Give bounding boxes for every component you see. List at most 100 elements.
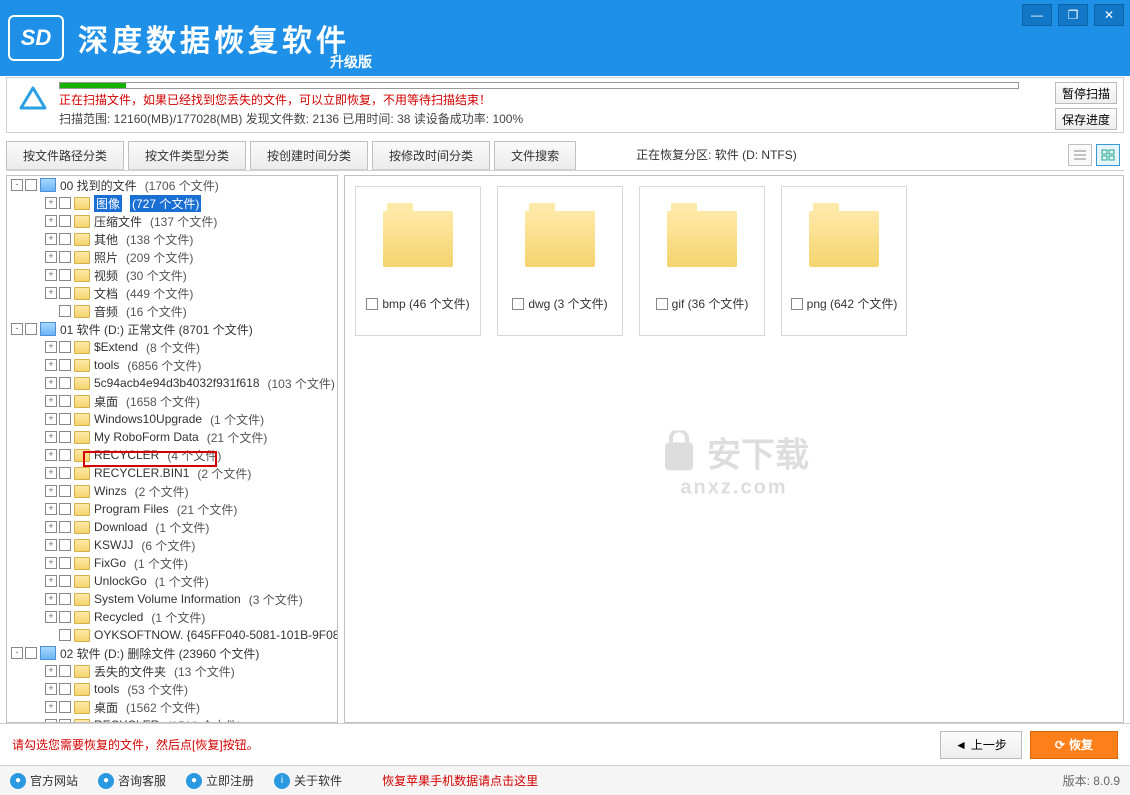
expand-icon[interactable]: + — [45, 485, 57, 497]
tree-node-other[interactable]: +其他(138 个文件) — [7, 230, 337, 248]
checkbox[interactable] — [59, 629, 71, 641]
tab-by-created[interactable]: 按创建时间分类 — [250, 141, 368, 170]
maximize-button[interactable]: ❐ — [1058, 4, 1088, 26]
tab-search[interactable]: 文件搜索 — [494, 141, 576, 170]
checkbox[interactable] — [512, 298, 524, 310]
checkbox[interactable] — [59, 197, 71, 209]
prev-button[interactable]: ◄上一步 — [940, 731, 1022, 759]
tab-by-path[interactable]: 按文件路径分类 — [6, 141, 124, 170]
minimize-button[interactable]: — — [1022, 4, 1052, 26]
tree-node[interactable]: +tools(53 个文件) — [7, 680, 337, 698]
tree-node[interactable]: +桌面(1658 个文件) — [7, 392, 337, 410]
checkbox[interactable] — [59, 305, 71, 317]
tab-by-modified[interactable]: 按修改时间分类 — [372, 141, 490, 170]
link-register[interactable]: ●立即注册 — [186, 772, 254, 789]
tree-node[interactable]: +tools(6856 个文件) — [7, 356, 337, 374]
expand-icon[interactable]: + — [45, 287, 57, 299]
expand-icon[interactable]: + — [45, 557, 57, 569]
pause-scan-button[interactable]: 暂停扫描 — [1055, 82, 1117, 104]
checkbox[interactable] — [59, 287, 71, 299]
tree-node[interactable]: +RECYCLER.BIN1(2 个文件) — [7, 464, 337, 482]
checkbox[interactable] — [59, 251, 71, 263]
expand-icon[interactable]: + — [45, 359, 57, 371]
expand-icon[interactable]: + — [45, 341, 57, 353]
checkbox[interactable] — [59, 467, 71, 479]
tree-node-deleted[interactable]: -02 软件 (D:) 删除文件 (23960 个文件) — [7, 644, 337, 662]
view-list-button[interactable] — [1068, 144, 1092, 166]
tree-node-videos[interactable]: +视频(30 个文件) — [7, 266, 337, 284]
expand-icon[interactable]: + — [45, 521, 57, 533]
tree-node-archives[interactable]: +压缩文件(137 个文件) — [7, 212, 337, 230]
file-tree[interactable]: -00 找到的文件(1706 个文件) +图像(727 个文件) +压缩文件(1… — [6, 175, 338, 723]
checkbox[interactable] — [25, 179, 37, 191]
checkbox[interactable] — [59, 341, 71, 353]
expand-icon[interactable]: + — [45, 719, 57, 723]
expand-icon[interactable]: + — [45, 539, 57, 551]
checkbox[interactable] — [59, 395, 71, 407]
checkbox[interactable] — [59, 377, 71, 389]
tree-node[interactable]: +Recycled(1 个文件) — [7, 608, 337, 626]
checkbox[interactable] — [59, 719, 71, 723]
tree-node[interactable]: +Winzs(2 个文件) — [7, 482, 337, 500]
tree-node-images[interactable]: +图像(727 个文件) — [7, 194, 337, 212]
expand-icon[interactable]: + — [45, 395, 57, 407]
checkbox[interactable] — [25, 647, 37, 659]
checkbox[interactable] — [366, 298, 378, 310]
checkbox[interactable] — [59, 665, 71, 677]
collapse-icon[interactable]: - — [11, 179, 23, 191]
checkbox[interactable] — [59, 593, 71, 605]
tree-node[interactable]: +UnlockGo(1 个文件) — [7, 572, 337, 590]
checkbox[interactable] — [59, 431, 71, 443]
checkbox[interactable] — [59, 215, 71, 227]
expand-icon[interactable]: + — [45, 593, 57, 605]
tree-node[interactable]: +FixGo(1 个文件) — [7, 554, 337, 572]
tree-node[interactable]: +Download(1 个文件) — [7, 518, 337, 536]
tree-node[interactable]: +$Extend(8 个文件) — [7, 338, 337, 356]
link-official[interactable]: ●官方网站 — [10, 772, 78, 789]
checkbox[interactable] — [59, 611, 71, 623]
tab-by-type[interactable]: 按文件类型分类 — [128, 141, 246, 170]
checkbox[interactable] — [59, 485, 71, 497]
expand-icon[interactable]: + — [45, 683, 57, 695]
tree-node[interactable]: +RECYCLER(1510 个文件) — [7, 716, 337, 723]
checkbox[interactable] — [59, 701, 71, 713]
tree-node-normal[interactable]: -01 软件 (D:) 正常文件 (8701 个文件) — [7, 320, 337, 338]
link-iphone-recover[interactable]: 恢复苹果手机数据请点击这里 — [382, 772, 538, 789]
recover-button[interactable]: ⟳恢复 — [1030, 731, 1118, 759]
tree-node-audio[interactable]: 音频(16 个文件) — [7, 302, 337, 320]
expand-icon[interactable]: + — [45, 377, 57, 389]
tree-node[interactable]: +丢失的文件夹(13 个文件) — [7, 662, 337, 680]
checkbox[interactable] — [59, 521, 71, 533]
folder-item-bmp[interactable]: bmp (46 个文件) — [355, 186, 481, 336]
close-button[interactable]: ✕ — [1094, 4, 1124, 26]
checkbox[interactable] — [59, 359, 71, 371]
tree-node[interactable]: +Program Files(21 个文件) — [7, 500, 337, 518]
checkbox[interactable] — [59, 269, 71, 281]
expand-icon[interactable]: + — [45, 611, 57, 623]
checkbox[interactable] — [25, 323, 37, 335]
folder-item-png[interactable]: png (642 个文件) — [781, 186, 907, 336]
collapse-icon[interactable]: - — [11, 323, 23, 335]
tree-node[interactable]: +桌面(1562 个文件) — [7, 698, 337, 716]
checkbox[interactable] — [59, 557, 71, 569]
view-grid-button[interactable] — [1096, 144, 1120, 166]
checkbox[interactable] — [59, 413, 71, 425]
expand-icon[interactable]: + — [45, 665, 57, 677]
tree-node[interactable]: +System Volume Information(3 个文件) — [7, 590, 337, 608]
link-support[interactable]: ●咨询客服 — [98, 772, 166, 789]
expand-icon[interactable]: + — [45, 233, 57, 245]
tree-node-docs[interactable]: +文档(449 个文件) — [7, 284, 337, 302]
expand-icon[interactable]: + — [45, 269, 57, 281]
link-about[interactable]: i关于软件 — [274, 772, 342, 789]
expand-icon[interactable]: + — [45, 449, 57, 461]
folder-item-gif[interactable]: gif (36 个文件) — [639, 186, 765, 336]
expand-icon[interactable]: + — [45, 701, 57, 713]
collapse-icon[interactable]: - — [11, 647, 23, 659]
checkbox[interactable] — [59, 449, 71, 461]
tree-node-found[interactable]: -00 找到的文件(1706 个文件) — [7, 176, 337, 194]
tree-node-photos[interactable]: +照片(209 个文件) — [7, 248, 337, 266]
expand-icon[interactable]: + — [45, 575, 57, 587]
tree-node[interactable]: OYKSOFTNOW. {645FF040-5081-101B-9F08-00A — [7, 626, 337, 644]
checkbox[interactable] — [59, 503, 71, 515]
folder-item-dwg[interactable]: dwg (3 个文件) — [497, 186, 623, 336]
